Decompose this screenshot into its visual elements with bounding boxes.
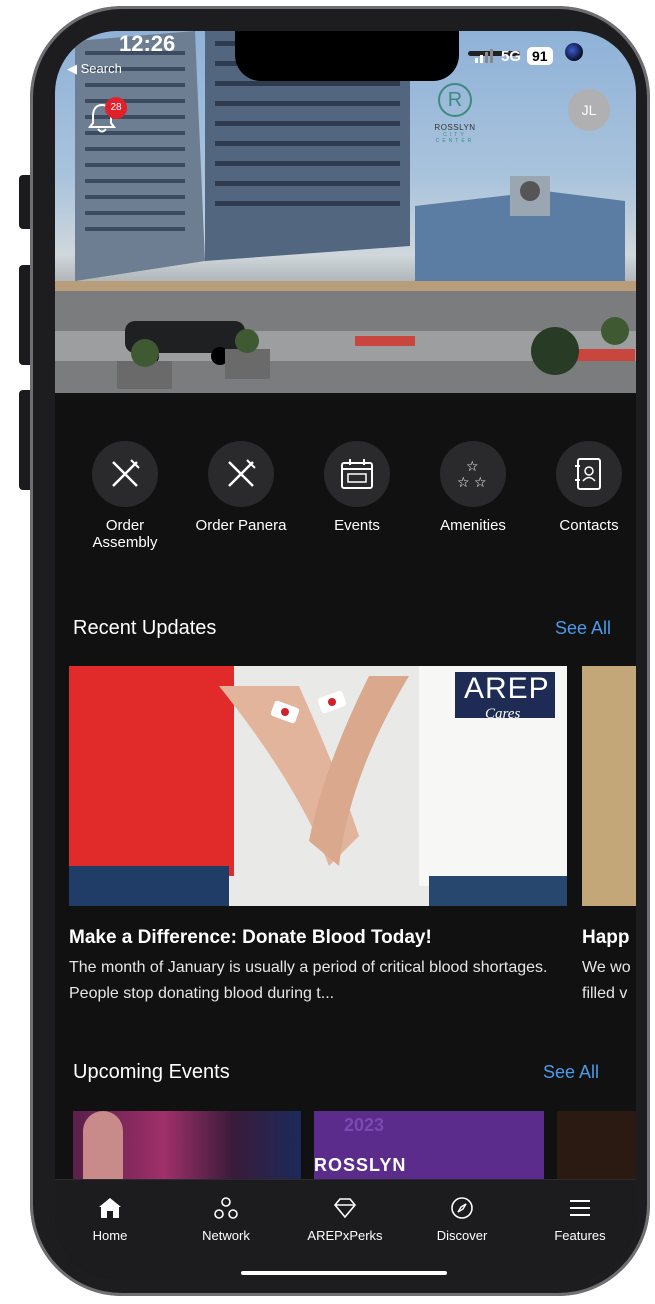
update-card-description: The month of January is usually a period… xyxy=(69,959,548,1002)
update-card-2-description: We wo filled v xyxy=(582,955,631,1007)
event-person-image xyxy=(83,1111,123,1181)
quick-action-order-assembly[interactable]: Order Assembly xyxy=(75,441,175,551)
quick-action-events[interactable]: Events xyxy=(307,441,407,534)
update-card-title[interactable]: Make a Difference: Donate Blood Today! xyxy=(69,927,432,949)
quick-action-label: Events xyxy=(334,517,380,534)
event-year-pattern: 2023 xyxy=(344,1115,385,1135)
building-illustration xyxy=(55,31,636,393)
tab-label: Discover xyxy=(436,1228,488,1243)
quick-action-label: Contacts xyxy=(559,517,619,534)
menu-icon xyxy=(525,1194,635,1222)
event-card-2-title: ROSSLYN xyxy=(314,1155,407,1175)
rosslyn-city-center-logo: R ROSSLYN CITY CENTER xyxy=(425,83,485,144)
status-time: 12:26 xyxy=(119,31,176,56)
battery-level: 91 xyxy=(527,47,553,65)
quick-action-label: Order Panera xyxy=(195,517,287,534)
calendar-icon xyxy=(324,441,390,507)
notification-count-badge: 28 xyxy=(105,97,127,119)
signal-icon xyxy=(475,49,493,63)
update-card-2-line1: We wo xyxy=(582,959,631,976)
hero-image xyxy=(55,31,636,393)
utensils-icon xyxy=(208,441,274,507)
compass-icon xyxy=(407,1194,517,1222)
tab-features[interactable]: Features xyxy=(525,1194,635,1243)
contact-book-icon xyxy=(556,441,622,507)
network-icon xyxy=(171,1194,281,1222)
stars-icon: ☆ ☆ ☆ xyxy=(440,441,506,507)
recent-updates-title: Recent Updates xyxy=(73,617,217,639)
svg-text:☆: ☆ xyxy=(474,475,487,491)
tab-home[interactable]: Home xyxy=(55,1194,165,1243)
update-card-2-title[interactable]: Happ xyxy=(582,927,630,949)
tab-label: AREPxPerks xyxy=(307,1228,383,1243)
tab-label: Features xyxy=(554,1228,606,1243)
svg-text:☆: ☆ xyxy=(466,459,479,475)
quick-action-amenities[interactable]: ☆ ☆ ☆ Amenities xyxy=(423,441,523,534)
tab-label: Home xyxy=(92,1228,128,1243)
arep-logo-text: AREP xyxy=(464,672,550,705)
tab-arepxperks[interactable]: AREPxPerks xyxy=(290,1194,400,1243)
tab-discover[interactable]: Discover xyxy=(407,1194,517,1243)
device-notch xyxy=(235,31,583,81)
quick-action-contacts[interactable]: Contacts xyxy=(539,441,636,534)
logo-mark: R xyxy=(438,83,472,117)
update-card-2-image[interactable] xyxy=(582,666,636,906)
recent-updates-see-all-link[interactable]: See All xyxy=(555,618,611,639)
home-icon xyxy=(55,1194,165,1222)
quick-action-label: Order Assembly xyxy=(92,517,158,551)
quick-action-label: Amenities xyxy=(440,517,506,534)
event-card-2[interactable]: 2023 ROSSLYN xyxy=(314,1111,544,1181)
arep-cares-text: Cares xyxy=(485,706,521,722)
logo-line1: ROSSLYN xyxy=(434,123,476,132)
upcoming-events-see-all-link[interactable]: See All xyxy=(543,1062,599,1083)
diamond-icon xyxy=(290,1194,400,1222)
tab-network[interactable]: Network xyxy=(171,1194,281,1243)
status-indicators: 5G 91 xyxy=(475,47,553,65)
upcoming-events-title: Upcoming Events xyxy=(73,1061,230,1083)
tab-label: Network xyxy=(202,1228,250,1243)
svg-text:☆: ☆ xyxy=(457,475,470,491)
quick-action-order-panera[interactable]: Order Panera xyxy=(191,441,291,534)
app-screen: 12:26 ◀ Search 5G 91 28 R ROSSLYN CITY C… xyxy=(55,31,636,1279)
back-to-search-link[interactable]: ◀ Search xyxy=(67,61,122,77)
update-card-image[interactable]: AREP Cares xyxy=(69,666,567,906)
bottom-tab-bar: Home Network AREPxPerks Discover Feature… xyxy=(55,1179,636,1279)
front-camera xyxy=(565,43,583,61)
utensils-icon xyxy=(92,441,158,507)
home-indicator[interactable] xyxy=(241,1271,447,1275)
user-avatar[interactable]: JL xyxy=(568,89,610,131)
network-type: 5G xyxy=(501,47,522,65)
event-card-1[interactable] xyxy=(73,1111,301,1181)
logo-line2: CITY CENTER xyxy=(435,132,475,144)
update-card-2-line2: filled v xyxy=(582,985,628,1002)
event-card-3[interactable] xyxy=(557,1111,636,1181)
